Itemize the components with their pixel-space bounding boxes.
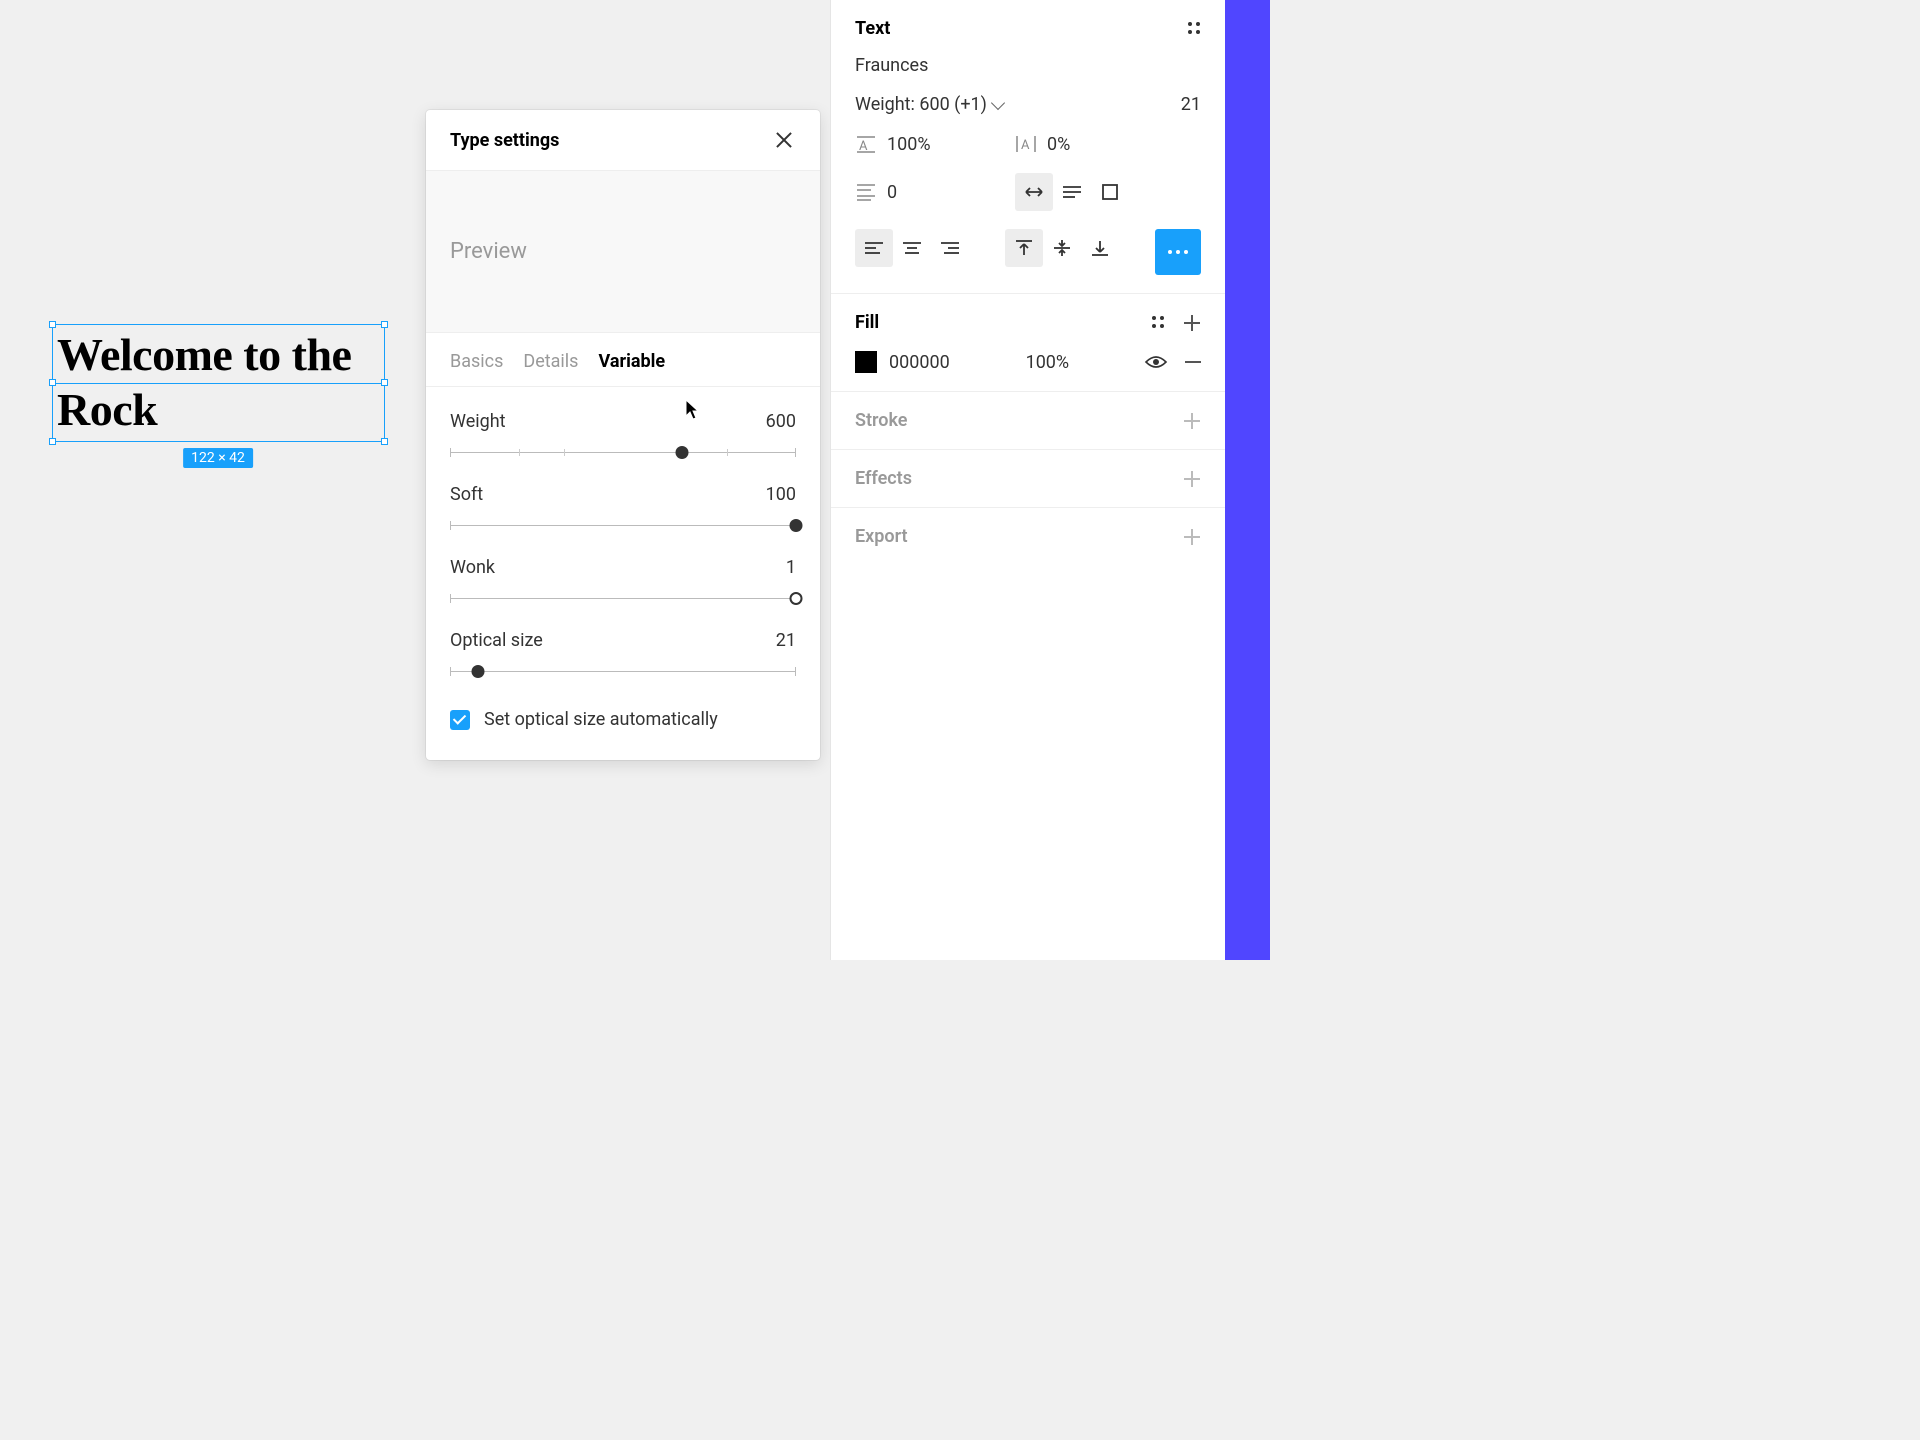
- align-bottom-button[interactable]: [1081, 229, 1119, 267]
- remove-fill-icon[interactable]: [1185, 361, 1201, 363]
- align-middle-button[interactable]: [1043, 229, 1081, 267]
- font-size-input[interactable]: 21: [1181, 94, 1201, 115]
- axis-soft-value[interactable]: 100: [766, 484, 796, 505]
- variable-axes: Weight 600 Soft 100: [426, 387, 820, 687]
- text-section: Text Fraunces Weight: 600 (+1) 21 A 100%: [831, 0, 1225, 294]
- popover-tabs: Basics Details Variable: [426, 333, 820, 387]
- selection-midline: [53, 383, 384, 384]
- align-right-button[interactable]: [931, 229, 969, 267]
- export-heading: Export: [855, 526, 908, 547]
- align-top-button[interactable]: [1005, 229, 1043, 267]
- wonk-slider[interactable]: [450, 592, 796, 606]
- align-center-button[interactable]: [893, 229, 931, 267]
- letter-spacing-value: 0%: [1047, 134, 1070, 155]
- resize-handle-tr[interactable]: [381, 321, 388, 328]
- axis-weight-label: Weight: [450, 411, 506, 432]
- axis-wonk-label: Wonk: [450, 557, 495, 578]
- fill-swatch[interactable]: [855, 351, 877, 373]
- paragraph-spacing-icon: [855, 181, 877, 203]
- optical-slider-thumb[interactable]: [471, 665, 484, 678]
- wonk-slider-thumb[interactable]: [790, 592, 803, 605]
- stroke-section: Stroke: [831, 392, 1225, 450]
- popover-title: Type settings: [450, 130, 559, 151]
- resize-handle-mr[interactable]: [381, 379, 388, 386]
- paragraph-spacing-value: 0: [887, 182, 897, 203]
- auto-width-button[interactable]: [1015, 173, 1053, 211]
- horizontal-align-group: [855, 229, 969, 275]
- visibility-icon[interactable]: [1145, 354, 1167, 370]
- axis-wonk: Wonk 1: [450, 541, 796, 614]
- fill-styles-icon[interactable]: [1152, 316, 1165, 329]
- effects-section: Effects: [831, 450, 1225, 508]
- close-icon[interactable]: [772, 128, 796, 152]
- letter-spacing-icon: A: [1015, 133, 1037, 155]
- effects-heading: Effects: [855, 468, 912, 489]
- axis-optical: Optical size 21: [450, 614, 796, 687]
- axis-weight: Weight 600: [450, 395, 796, 468]
- fill-hex[interactable]: 000000: [889, 352, 950, 373]
- stroke-heading: Stroke: [855, 410, 907, 431]
- tab-basics[interactable]: Basics: [450, 351, 503, 372]
- font-family-select[interactable]: Fraunces: [855, 55, 1201, 76]
- dimension-badge: 122 × 42: [183, 448, 253, 468]
- preview-area: Preview: [426, 171, 820, 333]
- tab-details[interactable]: Details: [523, 351, 578, 372]
- fixed-size-button[interactable]: [1091, 173, 1129, 211]
- font-weight-select[interactable]: Weight: 600 (+1): [855, 94, 1003, 115]
- optical-slider[interactable]: [450, 665, 796, 679]
- export-section: Export: [831, 508, 1225, 565]
- resize-handle-ml[interactable]: [49, 379, 56, 386]
- weight-slider[interactable]: [450, 446, 796, 460]
- axis-wonk-value[interactable]: 1: [786, 557, 796, 578]
- inspector-panel: Text Fraunces Weight: 600 (+1) 21 A 100%: [830, 0, 1225, 960]
- axis-optical-label: Optical size: [450, 630, 543, 651]
- axis-soft: Soft 100: [450, 468, 796, 541]
- text-heading: Text: [855, 18, 890, 39]
- add-effect-icon[interactable]: [1183, 470, 1201, 488]
- tab-variable[interactable]: Variable: [598, 351, 665, 372]
- soft-slider-thumb[interactable]: [790, 519, 803, 532]
- align-left-button[interactable]: [855, 229, 893, 267]
- vertical-align-group: [1005, 229, 1119, 275]
- line-height-value: 100%: [887, 134, 931, 155]
- preview-label: Preview: [450, 239, 796, 264]
- resize-handle-bl[interactable]: [49, 438, 56, 445]
- optical-auto-label: Set optical size automatically: [484, 709, 718, 730]
- weight-slider-thumb[interactable]: [675, 446, 688, 459]
- soft-slider[interactable]: [450, 519, 796, 533]
- add-fill-icon[interactable]: [1183, 314, 1201, 332]
- selected-text-frame[interactable]: Welcome to the Rock: [52, 324, 385, 442]
- type-settings-popover: Type settings Preview Basics Details Var…: [426, 110, 820, 760]
- line-height-field[interactable]: A 100%: [855, 133, 975, 155]
- type-settings-button[interactable]: [1155, 229, 1201, 275]
- font-weight-label: Weight: 600 (+1): [855, 94, 987, 115]
- chevron-down-icon: [991, 95, 1005, 109]
- resize-handle-br[interactable]: [381, 438, 388, 445]
- optical-auto-checkbox[interactable]: [450, 710, 470, 730]
- paragraph-spacing-field[interactable]: 0: [855, 173, 975, 211]
- axis-soft-label: Soft: [450, 484, 483, 505]
- letter-spacing-field[interactable]: A 0%: [1015, 133, 1135, 155]
- line-height-icon: A: [855, 133, 877, 155]
- fill-section: Fill 000000 100%: [831, 294, 1225, 392]
- auto-height-button[interactable]: [1053, 173, 1091, 211]
- add-export-icon[interactable]: [1183, 528, 1201, 546]
- add-stroke-icon[interactable]: [1183, 412, 1201, 430]
- fill-opacity[interactable]: 100%: [1026, 352, 1070, 373]
- resize-handle-tl[interactable]: [49, 321, 56, 328]
- axis-optical-value[interactable]: 21: [776, 630, 796, 651]
- resize-mode-group: [1015, 173, 1129, 211]
- fill-heading: Fill: [855, 312, 879, 333]
- text-styles-icon[interactable]: [1188, 22, 1201, 35]
- popover-header: Type settings: [426, 110, 820, 171]
- optical-auto-row[interactable]: Set optical size automatically: [426, 687, 820, 730]
- svg-text:A: A: [1021, 138, 1030, 153]
- right-edge-strip: [1225, 0, 1270, 960]
- axis-weight-value[interactable]: 600: [766, 411, 796, 432]
